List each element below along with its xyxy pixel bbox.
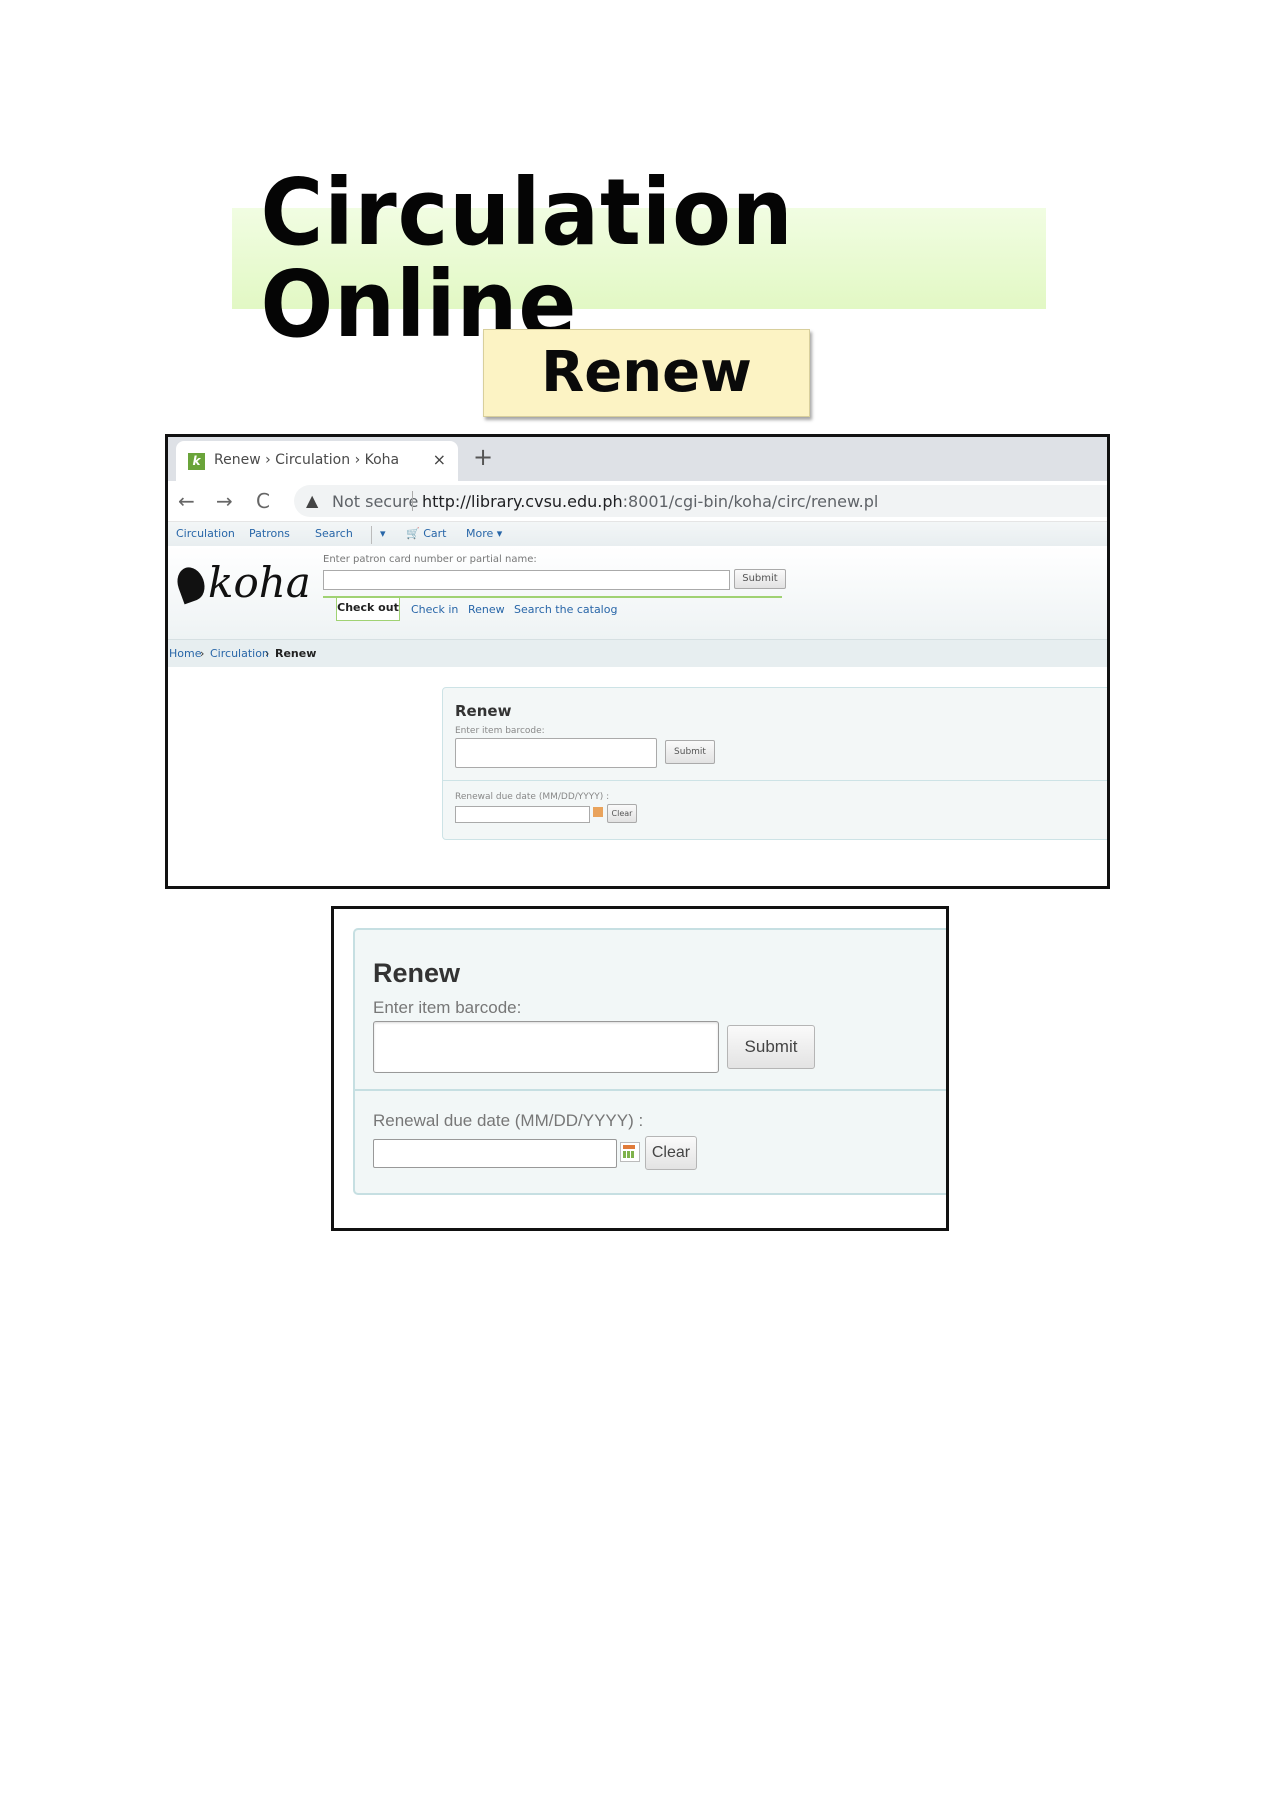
url-path: :8001/cgi-bin/koha/circ/renew.pl — [622, 492, 879, 511]
nav-cart[interactable]: 🛒 Cart — [406, 527, 446, 540]
close-tab-icon[interactable]: × — [433, 450, 446, 469]
due-date-input[interactable] — [455, 806, 590, 823]
browser-screenshot: k Renew › Circulation › Koha × + ← → C ▲… — [165, 434, 1110, 889]
nav-circulation[interactable]: Circulation — [176, 527, 235, 540]
barcode-submit-button[interactable]: Submit — [665, 740, 715, 764]
not-secure-label: Not secure — [332, 492, 419, 511]
warning-icon: ▲ — [306, 491, 319, 510]
koha-top-nav: Circulation Patrons Search ▾ 🛒 Cart More… — [168, 522, 1107, 546]
nav-patrons[interactable]: Patrons — [249, 527, 290, 540]
reload-icon[interactable]: C — [256, 489, 270, 513]
clear-button[interactable]: Clear — [645, 1136, 697, 1170]
patron-submit-button[interactable]: Submit — [734, 569, 786, 589]
cart-icon: 🛒 — [406, 527, 420, 540]
browser-tab[interactable]: k Renew › Circulation › Koha × — [176, 441, 458, 481]
renew-panel: Renew Enter item barcode: Submit Renewal… — [353, 928, 946, 1195]
tab-check-out[interactable]: Check out — [336, 598, 400, 621]
patron-search-label: Enter patron card number or partial name… — [323, 554, 537, 565]
page-title: Circulation Online — [260, 158, 794, 358]
renew-zoom-screenshot: Renew Enter item barcode: Submit Renewal… — [331, 906, 949, 1231]
tab-renew[interactable]: Renew — [468, 603, 505, 616]
breadcrumb-separator: › — [265, 647, 270, 660]
cart-label: Cart — [423, 527, 447, 540]
barcode-input[interactable] — [455, 738, 657, 768]
renew-heading: Renew — [455, 702, 512, 720]
nav-divider — [371, 526, 372, 544]
panel-divider — [443, 780, 1107, 781]
tab-search-catalog[interactable]: Search the catalog — [514, 603, 617, 616]
browser-tab-bar: k Renew › Circulation › Koha × + — [168, 437, 1107, 481]
forward-icon[interactable]: → — [216, 489, 233, 513]
nav-search-dropdown[interactable]: ▾ — [380, 527, 386, 540]
koha-header: koha Enter patron card number or partial… — [168, 546, 1107, 640]
koha-leaf-icon — [172, 563, 210, 605]
breadcrumb: Home › Circulation › Renew — [168, 640, 1107, 667]
barcode-input[interactable] — [373, 1021, 719, 1073]
tab-title: Renew › Circulation › Koha — [214, 452, 400, 468]
clear-button[interactable]: Clear — [607, 804, 637, 823]
calendar-icon[interactable] — [620, 1142, 640, 1162]
subtitle-banner: Renew — [483, 329, 810, 417]
barcode-submit-button[interactable]: Submit — [727, 1025, 815, 1069]
back-icon[interactable]: ← — [178, 489, 195, 513]
calendar-icon[interactable] — [593, 807, 603, 817]
title-banner: Circulation Online — [232, 166, 1046, 350]
url-host: http://library.cvsu.edu.ph — [422, 492, 623, 511]
new-tab-icon[interactable]: + — [473, 443, 493, 471]
breadcrumb-separator: › — [200, 647, 205, 660]
koha-logo[interactable]: koha — [172, 558, 311, 607]
address-bar[interactable]: ▲ Not secure http://library.cvsu.edu.ph:… — [294, 485, 1107, 517]
breadcrumb-current: Renew — [275, 647, 317, 660]
breadcrumb-home[interactable]: Home — [169, 647, 201, 660]
nav-search[interactable]: Search — [315, 527, 353, 540]
url-text: http://library.cvsu.edu.ph:8001/cgi-bin/… — [422, 492, 878, 511]
koha-logo-text: koha — [208, 558, 311, 607]
panel-divider — [355, 1089, 946, 1091]
renew-panel-small: Renew Enter item barcode: Submit Renewal… — [442, 687, 1107, 840]
koha-favicon-icon: k — [188, 453, 205, 470]
barcode-label: Enter item barcode: — [455, 726, 545, 736]
due-date-label: Renewal due date (MM/DD/YYYY) : — [373, 1111, 644, 1130]
omnibox-divider — [412, 491, 413, 511]
renew-heading: Renew — [373, 958, 461, 988]
due-date-input[interactable] — [373, 1139, 617, 1168]
nav-more[interactable]: More ▾ — [466, 527, 502, 540]
breadcrumb-circulation[interactable]: Circulation — [210, 647, 269, 660]
browser-toolbar: ← → C ▲ Not secure http://library.cvsu.e… — [168, 481, 1107, 522]
due-date-label: Renewal due date (MM/DD/YYYY) : — [455, 792, 610, 802]
patron-search-input[interactable] — [323, 570, 730, 590]
barcode-label: Enter item barcode: — [373, 998, 522, 1017]
tab-check-in[interactable]: Check in — [411, 603, 458, 616]
page-subtitle: Renew — [541, 340, 752, 405]
